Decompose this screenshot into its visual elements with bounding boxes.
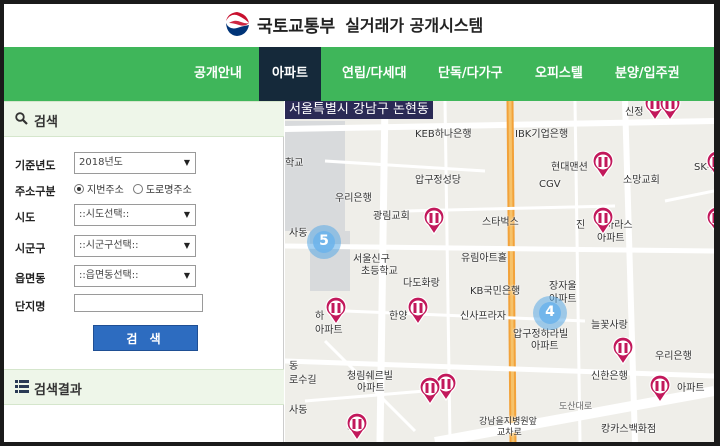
apartment-pin-icon[interactable] (419, 377, 441, 405)
map-poi-label: IBK기업은행 (515, 129, 569, 140)
map-poi-label: 현대맨션 (551, 162, 588, 173)
site-header: 국토교통부 실거래가 공개시스템 (4, 4, 714, 47)
sido-select[interactable]: ::시도선택:: ▼ (74, 204, 196, 226)
map-poi-label: 신정 (625, 107, 644, 118)
apartment-pin-icon[interactable] (407, 297, 429, 325)
map-poi-label: 사동 (289, 405, 308, 416)
nav-item-guide[interactable]: 공개안내 (194, 47, 242, 101)
map-poi-label: 압구정성당 (415, 175, 461, 186)
dropdown-arrow-icon: ▼ (183, 241, 190, 250)
map-poi-label: 아파트 (357, 383, 385, 394)
apartment-pin-icon[interactable] (649, 375, 671, 403)
map-cluster[interactable]: 5 (307, 225, 341, 259)
complex-label: 단지명 (15, 300, 46, 313)
nav-item-apartment[interactable]: 아파트 (259, 47, 321, 101)
map-poi-label: 교차로 (497, 428, 522, 438)
radio-road[interactable] (132, 183, 143, 194)
map-poi-label: 동 (289, 361, 299, 372)
apartment-pin-icon[interactable] (659, 101, 681, 121)
map-poi-label: 학교 (285, 158, 304, 169)
screen-frame: 국토교통부 실거래가 공개시스템 공개안내 아파트 연립/다세대 단독/다가구 … (0, 0, 720, 446)
apartment-pin-icon[interactable] (706, 151, 714, 179)
map-poi-label: 신사프라자 (460, 311, 506, 322)
search-button[interactable]: 검 색 (93, 325, 198, 351)
sigungu-label: 시군구 (15, 242, 46, 255)
apartment-pin-icon[interactable] (592, 151, 614, 179)
search-panel-title: 검색 (34, 115, 58, 130)
map-poi-label: 유림아트홀 (461, 253, 507, 264)
search-sidebar: 검색 기준년도 2018년도 ▼ 주소구분 지번주소 도로명주소 시도 ::시도… (4, 101, 284, 442)
map-poi-label: 다도화랑 (403, 278, 440, 289)
ministry-name: 국토교통부 (257, 16, 336, 37)
map-poi-label: 로수길 (289, 375, 317, 386)
sido-select-value: ::시도선택:: (79, 209, 130, 220)
map-poi-label: KEB하나은행 (415, 129, 472, 140)
dropdown-arrow-icon: ▼ (183, 158, 190, 167)
apartment-pin-icon[interactable] (592, 207, 614, 235)
nav-item-detached[interactable]: 단독/다가구 (438, 47, 503, 101)
map-poi-label: 늘꽃사랑 (591, 320, 628, 331)
addr-type-radio-group: 지번주소 도로명주소 (74, 181, 192, 196)
map-poi-label: 소망교회 (623, 175, 660, 186)
cluster-count: 5 (319, 233, 329, 249)
nav-item-rowhouse[interactable]: 연립/다세대 (342, 47, 407, 101)
map-poi-label: 아파트 (531, 341, 559, 352)
year-select[interactable]: 2018년도 ▼ (74, 152, 196, 174)
taegeuk-emblem-icon (224, 11, 250, 37)
region-label: 서울특별시 강남구 논현동 (285, 101, 433, 119)
apartment-pin-icon[interactable] (706, 207, 714, 235)
search-panel-header: 검색 (4, 101, 284, 137)
apartment-pin-icon[interactable] (612, 337, 634, 365)
list-icon (15, 380, 29, 393)
sido-label: 시도 (15, 211, 36, 224)
sigungu-select-value: ::시군구선택:: (79, 240, 139, 251)
map-poi-label: 진 (576, 220, 586, 231)
dropdown-arrow-icon: ▼ (183, 210, 190, 219)
map-view[interactable]: 서울특별시 강남구 논현동 KEB하나은행 IBK기업은행 신정 현대맨션 압구… (285, 101, 714, 442)
app-window: 국토교통부 실거래가 공개시스템 공개안내 아파트 연립/다세대 단독/다가구 … (4, 4, 714, 442)
dong-select[interactable]: ::읍면동선택:: ▼ (74, 265, 196, 287)
map-poi-label: KB국민은행 (470, 286, 521, 297)
map-poi-label: 하 (315, 311, 325, 322)
apartment-pin-icon[interactable] (423, 207, 445, 235)
apartment-pin-icon[interactable] (346, 413, 368, 441)
map-poi-label: 한양 (389, 311, 408, 322)
brand[interactable]: 국토교통부 실거래가 공개시스템 (223, 10, 483, 38)
map-poi-label: 우리은행 (335, 193, 372, 204)
radio-road-label: 도로명주소 (145, 185, 192, 196)
radio-jibun-label: 지번주소 (87, 185, 124, 196)
map-poi-label: 초등학교 (361, 266, 398, 277)
year-select-value: 2018년도 (79, 157, 123, 168)
system-title: 실거래가 공개시스템 (345, 16, 484, 35)
map-poi-label: 사동 (289, 228, 308, 239)
map-poi-label: 신한은행 (591, 371, 628, 382)
map-poi-label: 스타벅스 (482, 217, 519, 228)
map-poi-label: 아파트 (677, 383, 705, 394)
dropdown-arrow-icon: ▼ (183, 271, 190, 280)
map-road-label: 도산대로 (559, 402, 593, 412)
year-label: 기준년도 (15, 159, 56, 172)
main-nav: 공개안내 아파트 연립/다세대 단독/다가구 오피스텔 분양/입주권 (4, 47, 714, 101)
sigungu-select[interactable]: ::시군구선택:: ▼ (74, 235, 196, 257)
map-poi-label: CGV (539, 179, 561, 190)
cluster-count: 4 (545, 304, 555, 320)
dong-select-value: ::읍면동선택:: (79, 270, 139, 281)
dong-label: 읍면동 (15, 272, 46, 285)
map-cluster[interactable]: 4 (533, 296, 567, 330)
complex-name-input[interactable] (74, 294, 203, 312)
map-poi-label: 광림교회 (373, 211, 410, 222)
results-panel-header: 검색결과 (4, 369, 284, 405)
addr-type-label: 주소구분 (15, 185, 56, 198)
nav-item-officetel[interactable]: 오피스텔 (535, 47, 583, 101)
map-poi-label: 우리은행 (655, 351, 692, 362)
radio-jibun[interactable] (74, 183, 84, 194)
nav-item-presale[interactable]: 분양/입주권 (615, 47, 680, 101)
map-poi-label: 캉카스백화점 (601, 424, 657, 435)
results-panel-title: 검색결과 (34, 383, 82, 398)
apartment-pin-icon[interactable] (325, 297, 347, 325)
search-icon (15, 112, 28, 125)
